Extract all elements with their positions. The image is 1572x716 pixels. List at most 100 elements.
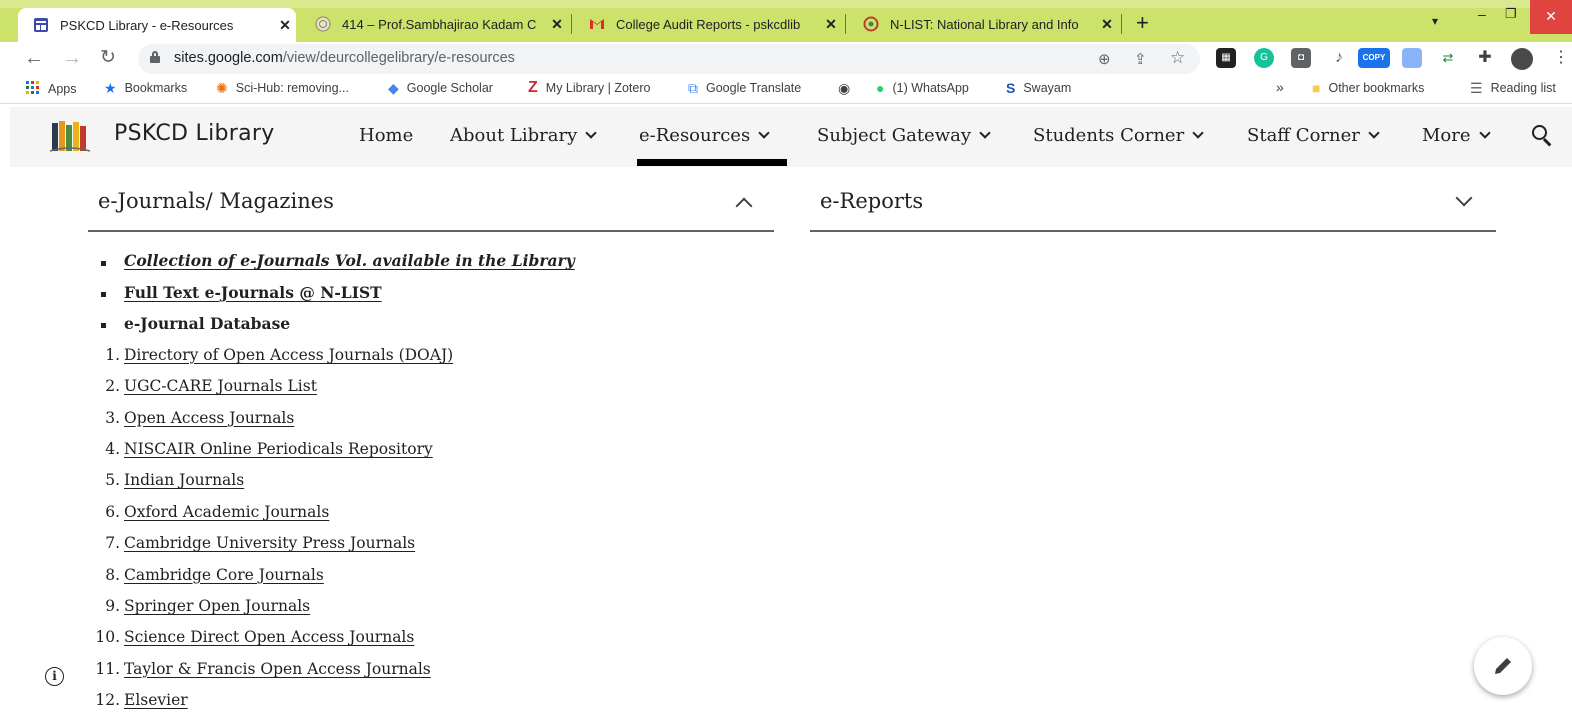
- bookmark-label: Sci-Hub: removing...: [235, 81, 349, 95]
- nav-more[interactable]: More: [1422, 125, 1491, 146]
- screenshot-extension-icon[interactable]: ◘: [1291, 48, 1311, 68]
- bookmark-label: Google Scholar: [406, 81, 493, 95]
- bookmark-star-icon[interactable]: ☆: [1170, 48, 1185, 68]
- close-tab-icon[interactable]: ✕: [274, 17, 296, 34]
- bookmark-other-bookmarks[interactable]: ■ Other bookmarks: [1312, 81, 1424, 95]
- minimize-window-button[interactable]: –: [1478, 6, 1486, 22]
- chevron-down-icon: [1192, 127, 1204, 139]
- bookmark-google-translate[interactable]: ⧉ Google Translate: [688, 81, 801, 95]
- back-arrow-icon[interactable]: ←: [24, 48, 44, 68]
- journal-link-oxford[interactable]: Oxford Academic Journals: [124, 503, 329, 521]
- forward-arrow-icon[interactable]: →: [62, 48, 82, 68]
- tab-gmail[interactable]: College Audit Reports - pskcdlib ✕: [574, 8, 842, 40]
- pencil-icon: [1495, 658, 1511, 674]
- overflow-label: »: [1276, 79, 1284, 95]
- bookmark-label: My Library | Zotero: [545, 81, 651, 95]
- restore-window-button[interactable]: ❐: [1505, 6, 1517, 22]
- tab-separator: [1121, 14, 1122, 34]
- bookmark-label: Other bookmarks: [1328, 81, 1425, 95]
- journal-link-science-direct[interactable]: Science Direct Open Access Journals: [124, 628, 414, 646]
- collection-e-journals-link[interactable]: Collection of e-Journals Vol. available …: [124, 251, 575, 270]
- site-header: PSKCD Library Home About Library e-Resou…: [10, 107, 1572, 167]
- item-number: 5.: [105, 471, 120, 490]
- translate-icon: ⧉: [688, 80, 698, 96]
- copy-extension-icon[interactable]: COPY: [1358, 48, 1390, 68]
- nav-about-library[interactable]: About Library: [450, 125, 597, 146]
- browser-menu-icon[interactable]: ⋮: [1551, 48, 1571, 68]
- site-title[interactable]: PSKCD Library: [114, 121, 275, 146]
- new-tab-button[interactable]: +: [1136, 10, 1149, 36]
- extensions-puzzle-icon[interactable]: ✚: [1475, 48, 1495, 68]
- bookmark-swayam[interactable]: S Swayam: [1006, 81, 1071, 95]
- sync-extension-icon[interactable]: ⇄: [1438, 48, 1458, 68]
- tab-search-chevron-icon[interactable]: ▾: [1432, 14, 1438, 28]
- whatsapp-icon: ●: [876, 80, 885, 96]
- close-tab-icon[interactable]: ✕: [820, 16, 842, 33]
- page-left-gutter: [0, 104, 10, 710]
- bookmark-globe[interactable]: ◉: [838, 81, 858, 95]
- share-icon[interactable]: ⇪: [1134, 50, 1147, 68]
- journal-link-open-access[interactable]: Open Access Journals: [124, 409, 294, 427]
- library-logo[interactable]: [48, 117, 92, 157]
- journal-link-taylor-francis[interactable]: Taylor & Francis Open Access Journals: [124, 660, 431, 678]
- qr-extension-icon[interactable]: ▦: [1216, 48, 1236, 68]
- nav-label: More: [1422, 125, 1471, 146]
- nav-students-corner[interactable]: Students Corner: [1033, 125, 1204, 146]
- chevron-down-icon: [1478, 127, 1491, 139]
- address-bar[interactable]: sites.google.com/view/deurcollegelibrary…: [138, 44, 1200, 74]
- item-number: 11.: [95, 659, 120, 678]
- bookmark-google-scholar[interactable]: ◆ Google Scholar: [388, 81, 493, 95]
- url-text[interactable]: sites.google.com/view/deurcollegelibrary…: [174, 50, 515, 66]
- journal-link-cambridge-up[interactable]: Cambridge University Press Journals: [124, 534, 415, 552]
- close-tab-icon[interactable]: ✕: [1096, 16, 1118, 33]
- journal-link-cambridge-core[interactable]: Cambridge Core Journals: [124, 566, 324, 584]
- nlist-full-text-link[interactable]: Full Text e-Journals @ N-LIST: [124, 283, 382, 302]
- bookmark-scihub[interactable]: ✺ Sci-Hub: removing...: [216, 81, 349, 95]
- bookmarks-overflow-button[interactable]: »: [1276, 79, 1284, 95]
- info-icon[interactable]: i: [45, 667, 64, 686]
- reload-icon[interactable]: ↻: [100, 48, 116, 68]
- bookmark-zotero[interactable]: Z My Library | Zotero: [528, 80, 651, 96]
- document-extension-icon[interactable]: [1402, 48, 1422, 68]
- edit-pencil-button[interactable]: [1474, 637, 1532, 695]
- journal-link-springer[interactable]: Springer Open Journals: [124, 597, 310, 615]
- nav-label: Subject Gateway: [817, 125, 972, 146]
- nav-staff-corner[interactable]: Staff Corner: [1247, 125, 1380, 146]
- nav-e-resources[interactable]: e-Resources: [639, 125, 770, 146]
- accordion-e-journals[interactable]: e-Journals/ Magazines: [88, 170, 774, 232]
- journal-item: 9. Springer Open Journals: [88, 590, 788, 621]
- item-number: 1.: [105, 345, 120, 364]
- bookmark-whatsapp[interactable]: ● (1) WhatsApp: [876, 81, 969, 95]
- journal-item: 7. Cambridge University Press Journals: [88, 528, 788, 559]
- journal-link-elsevier[interactable]: Elsevier: [124, 691, 188, 709]
- tab-college[interactable]: 414 – Prof.Sambhajirao Kadam C ✕: [300, 8, 568, 40]
- journal-link-indian-journals[interactable]: Indian Journals: [124, 471, 244, 489]
- tab-nlist[interactable]: N-LIST: National Library and Info ✕: [848, 8, 1118, 40]
- journal-link-niscair[interactable]: NISCAIR Online Periodicals Repository: [124, 440, 433, 458]
- bookmark-apps[interactable]: Apps: [26, 81, 77, 97]
- journal-link-doaj[interactable]: Directory of Open Access Journals (DOAJ): [124, 346, 453, 364]
- nav-home[interactable]: Home: [359, 125, 413, 146]
- copy-extension-label: COPY: [1362, 53, 1386, 62]
- tab-title: 414 – Prof.Sambhajirao Kadam C: [342, 16, 537, 32]
- profile-avatar[interactable]: [1511, 48, 1533, 70]
- item-number: 7.: [105, 534, 120, 553]
- grammarly-icon[interactable]: G: [1254, 48, 1274, 68]
- accordion-e-reports[interactable]: e-Reports: [810, 170, 1496, 232]
- zoom-icon[interactable]: ⊕: [1098, 50, 1111, 68]
- microphone-icon[interactable]: ♪: [1329, 48, 1349, 68]
- tab-strip-top: [0, 0, 1572, 8]
- close-tab-icon[interactable]: ✕: [546, 16, 568, 33]
- tab-pskcd-library[interactable]: PSKCD Library - e-Resources ✕: [18, 8, 296, 42]
- journal-link-ugc-care[interactable]: UGC-CARE Journals List: [124, 377, 317, 395]
- bookmark-bookmarks[interactable]: ★ Bookmarks: [104, 81, 187, 95]
- close-window-button[interactable]: ✕: [1530, 0, 1572, 34]
- nav-subject-gateway[interactable]: Subject Gateway: [817, 125, 991, 146]
- chevron-down-icon[interactable]: [1455, 189, 1473, 207]
- chevron-down-icon: [585, 127, 597, 139]
- search-icon[interactable]: [1532, 125, 1554, 147]
- chevron-up-icon[interactable]: [735, 197, 753, 215]
- reading-list-button[interactable]: ☰ Reading list: [1470, 81, 1556, 95]
- bookmark-label: (1) WhatsApp: [892, 81, 969, 95]
- item-number: 3.: [105, 408, 120, 427]
